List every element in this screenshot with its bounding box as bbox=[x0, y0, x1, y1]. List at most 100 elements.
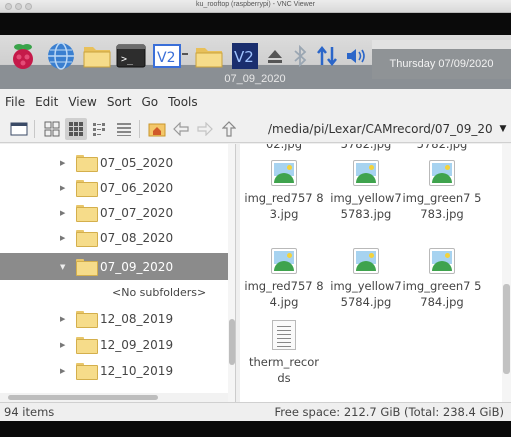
network-icon[interactable] bbox=[314, 40, 340, 72]
folder-icon bbox=[76, 230, 98, 247]
file-item[interactable]: therm_recor ds bbox=[244, 320, 324, 386]
menu-bar: File Edit View Sort Go Tools bbox=[0, 89, 511, 115]
tree-horizontal-scrollbar[interactable] bbox=[0, 393, 228, 402]
compact-view-icon[interactable] bbox=[89, 118, 111, 140]
tree-item-07-06-2020[interactable]: ▶ 07_06_2020 bbox=[0, 175, 228, 200]
remote-screen-border bbox=[0, 13, 511, 35]
tree-item-label: 07_07_2020 bbox=[100, 205, 174, 220]
tree-item-07-08-2020[interactable]: ▶ 07_08_2020 bbox=[0, 225, 228, 250]
icon-view-scroll-thumb[interactable] bbox=[503, 284, 510, 374]
tree-item-label: 07_06_2020 bbox=[100, 180, 174, 195]
expand-arrow-icon[interactable]: ▶ bbox=[60, 209, 70, 217]
path-input[interactable] bbox=[268, 118, 496, 140]
folder-icon bbox=[76, 337, 98, 354]
tree-item-07-09-2020[interactable]: ▼ 07_09_2020 bbox=[0, 253, 228, 280]
item-count: 94 items bbox=[4, 405, 55, 419]
image-file-icon bbox=[353, 160, 379, 186]
tree-hscroll-thumb[interactable] bbox=[8, 395, 158, 400]
menu-file[interactable]: File bbox=[5, 95, 25, 109]
up-arrow-icon[interactable] bbox=[218, 118, 240, 140]
no-subfolders-label: <No subfolders> bbox=[112, 286, 207, 299]
expand-arrow-icon[interactable]: ▶ bbox=[60, 315, 70, 323]
file-item[interactable]: img_yellow7 5784.jpg bbox=[326, 248, 406, 310]
file-manager-task-button[interactable] bbox=[192, 40, 226, 72]
folder-icon bbox=[76, 155, 98, 172]
panel-right-area bbox=[372, 40, 511, 49]
tree-item-07-05-2020[interactable]: ▶ 07_05_2020 bbox=[0, 150, 228, 175]
folder-icon bbox=[76, 180, 98, 197]
web-browser-icon[interactable] bbox=[44, 40, 78, 72]
tree-item-label: 07_08_2020 bbox=[100, 230, 174, 245]
svg-text:V2: V2 bbox=[157, 50, 175, 66]
bluetooth-icon[interactable] bbox=[288, 40, 312, 72]
tree-item-12-09-2019[interactable]: ▶ 12_09_2019 bbox=[0, 332, 228, 357]
svg-text:>_: >_ bbox=[121, 54, 134, 65]
menu-sort[interactable]: Sort bbox=[107, 95, 132, 109]
file-manager-icon[interactable] bbox=[80, 40, 114, 72]
clock-tooltip: Thursday 07/09/2020 bbox=[372, 49, 511, 79]
toolbar-separator bbox=[34, 119, 35, 138]
free-space: Free space: 212.7 GiB (Total: 238.4 GiB) bbox=[274, 405, 505, 419]
file-name: img_red757 83.jpg bbox=[244, 191, 324, 221]
forward-arrow-icon[interactable] bbox=[194, 118, 216, 140]
eject-icon[interactable] bbox=[264, 40, 286, 72]
path-history-chevron-down-icon[interactable]: ▼ bbox=[497, 118, 509, 140]
folder-icon bbox=[76, 259, 98, 276]
file-partial[interactable]: 5782.jpg bbox=[402, 144, 482, 152]
image-file-icon bbox=[353, 248, 379, 274]
tree-item-label: 07_09_2020 bbox=[100, 259, 174, 274]
thumbnail-view-icon[interactable] bbox=[65, 117, 87, 140]
active-window-title: 07_09_2020 bbox=[224, 73, 286, 85]
file-partial[interactable]: 02.jpg bbox=[244, 144, 324, 152]
list-view-icon[interactable] bbox=[113, 118, 135, 140]
file-item[interactable]: img_green7 5783.jpg bbox=[402, 160, 482, 222]
tree-item-12-08-2019[interactable]: ▶ 12_08_2019 bbox=[0, 306, 228, 331]
tree-item-label: 07_05_2020 bbox=[100, 155, 174, 170]
expand-arrow-icon[interactable]: ▶ bbox=[60, 159, 70, 167]
file-partial[interactable]: 5782.jpg bbox=[326, 144, 406, 152]
tree-item-label: 12_09_2019 bbox=[100, 337, 174, 352]
expand-arrow-icon[interactable]: ▶ bbox=[60, 234, 70, 242]
remote-screen-border bbox=[0, 421, 511, 437]
raspberry-pi-menu-icon[interactable] bbox=[6, 40, 40, 72]
vnc-title-bar: ku_rooftop (raspberrypi) - VNC Viewer bbox=[0, 0, 511, 13]
file-item[interactable]: img_yellow7 5783.jpg bbox=[326, 160, 406, 222]
file-item[interactable]: img_red757 84.jpg bbox=[244, 248, 324, 310]
file-item[interactable]: img_green7 5784.jpg bbox=[402, 248, 482, 310]
vnc-server-icon[interactable]: V2 bbox=[150, 40, 194, 72]
expand-arrow-icon[interactable]: ▶ bbox=[60, 341, 70, 349]
taskbar-panel: >_ V2 V2 07_09_2020 Thursday 07/09/2020 bbox=[0, 35, 511, 89]
file-name: therm_recor ds bbox=[249, 355, 319, 385]
file-icon-view: 02.jpg 5782.jpg 5782.jpg img_red757 83.j… bbox=[240, 144, 502, 402]
tree-item-07-07-2020[interactable]: ▶ 07_07_2020 bbox=[0, 200, 228, 225]
back-arrow-icon[interactable] bbox=[170, 118, 192, 140]
volume-icon[interactable] bbox=[344, 40, 368, 72]
home-folder-icon[interactable] bbox=[146, 118, 168, 140]
tree-vertical-scrollbar[interactable] bbox=[228, 144, 235, 402]
expand-arrow-icon[interactable]: ▶ bbox=[60, 184, 70, 192]
folder-icon bbox=[76, 311, 98, 328]
image-file-icon bbox=[429, 248, 455, 274]
expand-arrow-icon[interactable]: ▶ bbox=[60, 367, 70, 375]
menu-view[interactable]: View bbox=[68, 95, 96, 109]
icon-view-icon[interactable] bbox=[41, 118, 63, 140]
file-manager-window: File Edit View Sort Go Tools /media/pi/L… bbox=[0, 89, 511, 421]
menu-tools[interactable]: Tools bbox=[168, 95, 198, 109]
tree-item-12-10-2019[interactable]: ▶ 12_10_2019 bbox=[0, 358, 228, 383]
terminal-icon[interactable]: >_ bbox=[114, 40, 148, 72]
image-file-icon bbox=[271, 160, 297, 186]
menu-edit[interactable]: Edit bbox=[35, 95, 58, 109]
vnc-task-button[interactable]: V2 bbox=[228, 40, 264, 72]
file-name: img_green7 5783.jpg bbox=[402, 191, 482, 221]
toolbar: ▼ bbox=[0, 115, 511, 143]
folder-icon bbox=[76, 205, 98, 222]
new-window-icon[interactable] bbox=[8, 118, 30, 140]
collapse-arrow-icon[interactable]: ▼ bbox=[60, 263, 70, 271]
tree-scroll-thumb[interactable] bbox=[229, 319, 235, 365]
icon-view-vertical-scrollbar[interactable] bbox=[502, 144, 511, 402]
tree-item-label: 12_08_2019 bbox=[100, 311, 174, 326]
text-file-icon bbox=[272, 320, 296, 350]
file-item[interactable]: img_red757 83.jpg bbox=[244, 160, 324, 222]
menu-go[interactable]: Go bbox=[141, 95, 158, 109]
file-name: img_yellow7 5783.jpg bbox=[330, 191, 402, 221]
